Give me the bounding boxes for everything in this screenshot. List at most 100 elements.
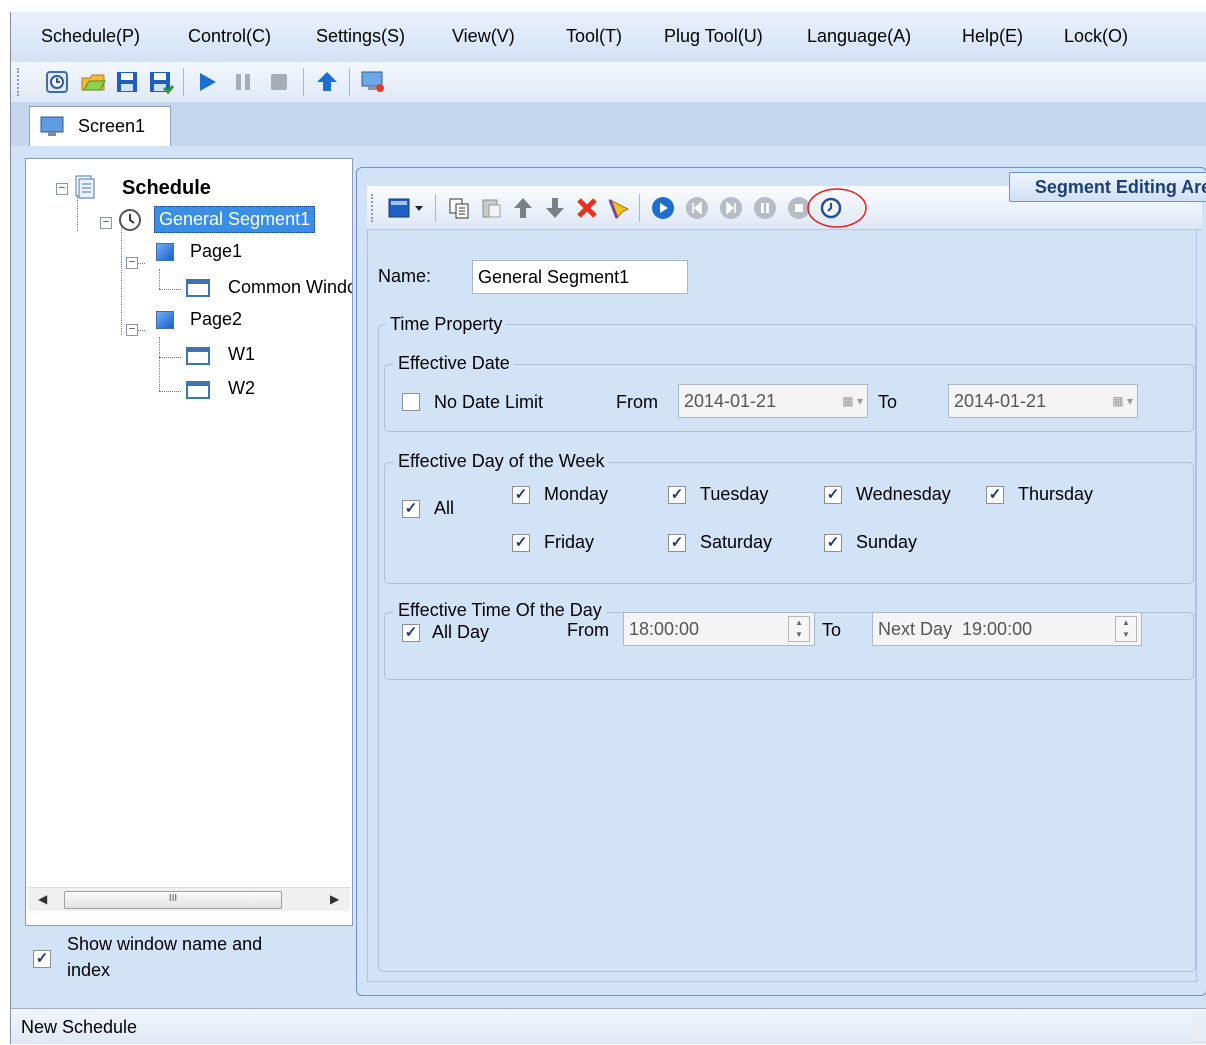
date-from-value: 2014-01-21 — [684, 391, 777, 411]
upload-icon[interactable] — [311, 66, 343, 98]
wednesday-checkbox[interactable]: ✓ — [824, 486, 842, 504]
schedule-tree: − Schedule − General Segment1 − Page1 Co… — [25, 158, 353, 926]
main-area: − Schedule − General Segment1 − Page1 Co… — [10, 146, 1206, 1008]
time-to-label: To — [822, 620, 842, 640]
segment-editing-area-title: Segment Editing Area — [1009, 172, 1206, 202]
toolbar-grip[interactable] — [371, 194, 375, 222]
scroll-left-arrow-icon[interactable]: ◀ — [38, 892, 47, 906]
menu-help[interactable]: Help(E) — [962, 26, 1023, 47]
menu-schedule[interactable]: Schedule(P) — [41, 26, 140, 47]
clock-icon[interactable] — [41, 66, 73, 98]
tuesday-checkbox[interactable]: ✓ — [668, 486, 686, 504]
schedule-icon — [74, 175, 96, 199]
show-window-name-checkbox[interactable]: ✓ — [33, 950, 51, 968]
menu-control[interactable]: Control(C) — [188, 26, 271, 47]
segment-clock-icon — [118, 208, 142, 232]
move-down-icon[interactable] — [539, 192, 571, 224]
next-circle-icon[interactable] — [715, 192, 747, 224]
paste-icon[interactable] — [475, 192, 507, 224]
scroll-right-arrow-icon[interactable]: ▶ — [330, 892, 339, 906]
tree-root-schedule[interactable]: Schedule — [122, 177, 211, 200]
date-to-value: 2014-01-21 — [954, 391, 1047, 411]
play-icon[interactable] — [191, 66, 223, 98]
time-from-input[interactable]: 18:00:00 ▲ ▼ — [623, 612, 815, 646]
all-day-label: All Day — [432, 622, 490, 642]
tree-connector — [159, 391, 181, 392]
previous-circle-icon[interactable] — [681, 192, 713, 224]
highlight-circle — [805, 186, 869, 230]
collapse-toggle[interactable]: − — [126, 257, 138, 269]
clear-brush-icon[interactable] — [603, 192, 635, 224]
page-icon — [156, 243, 174, 261]
thursday-checkbox[interactable]: ✓ — [986, 486, 1004, 504]
screen-tab-strip: Screen1 — [10, 102, 1206, 146]
tree-connector — [159, 289, 181, 290]
name-label: Name: — [378, 266, 432, 286]
effective-week-group — [384, 462, 1194, 584]
menu-language[interactable]: Language(A) — [807, 26, 911, 47]
save-icon[interactable] — [111, 66, 143, 98]
tree-connector — [159, 337, 160, 391]
friday-checkbox[interactable]: ✓ — [512, 534, 530, 552]
pause-circle-icon[interactable] — [749, 192, 781, 224]
pause-icon[interactable] — [227, 66, 259, 98]
all-days-checkbox[interactable]: ✓ — [402, 500, 420, 518]
menu-settings[interactable]: Settings(S) — [316, 26, 405, 47]
thursday-label: Thursday — [1018, 484, 1094, 504]
add-page-dropdown-icon[interactable] — [385, 192, 429, 224]
tree-page2[interactable]: Page2 — [190, 309, 242, 330]
screen-icon[interactable] — [357, 66, 389, 98]
sunday-label: Sunday — [856, 532, 918, 552]
time-to-input[interactable]: Next Day 19:00:00 ▲ ▼ — [872, 612, 1142, 646]
time-to-spinner-icon[interactable]: ▲ ▼ — [1115, 616, 1137, 642]
collapse-toggle[interactable]: − — [56, 183, 68, 195]
tree-window-w2[interactable]: W2 — [228, 378, 255, 399]
tree-connector — [121, 225, 122, 335]
tree-segment-general-segment1[interactable]: General Segment1 — [154, 206, 316, 233]
saturday-label: Saturday — [700, 532, 773, 552]
tree-page1[interactable]: Page1 — [190, 241, 242, 262]
effective-date-title: Effective Date — [394, 353, 514, 374]
move-up-icon[interactable] — [507, 192, 539, 224]
all-day-checkbox[interactable]: ✓ — [402, 624, 420, 642]
time-from-label: From — [567, 620, 609, 640]
status-bar-end — [1192, 1013, 1206, 1041]
monday-checkbox[interactable]: ✓ — [512, 486, 530, 504]
date-to-label: To — [878, 392, 898, 412]
name-input[interactable]: General Segment1 — [472, 260, 688, 294]
calendar-dropdown-icon[interactable]: ▦ ▾ — [1097, 389, 1133, 413]
copy-icon[interactable] — [443, 192, 475, 224]
scroll-thumb[interactable]: III — [64, 891, 282, 909]
no-date-limit-label: No Date Limit — [434, 392, 544, 412]
tree-horizontal-scrollbar[interactable]: ◀ III ▶ — [28, 887, 350, 911]
tree-window-common[interactable]: Common Windo — [228, 277, 352, 298]
friday-label: Friday — [544, 532, 595, 552]
saturday-checkbox[interactable]: ✓ — [668, 534, 686, 552]
date-to-picker[interactable]: 2014-01-21 ▦ ▾ — [948, 384, 1138, 418]
play-circle-icon[interactable] — [647, 192, 679, 224]
menu-plug-tool[interactable]: Plug Tool(U) — [664, 26, 763, 47]
date-from-picker[interactable]: 2014-01-21 ▦ ▾ — [678, 384, 868, 418]
collapse-toggle[interactable]: − — [100, 217, 112, 229]
time-from-value: 18:00:00 — [629, 619, 700, 639]
save-as-icon[interactable] — [145, 66, 177, 98]
toolbar-separator — [435, 194, 436, 222]
calendar-dropdown-icon[interactable]: ▦ ▾ — [827, 389, 863, 413]
toolbar-grip[interactable] — [17, 68, 21, 96]
collapse-toggle[interactable]: − — [126, 324, 138, 336]
time-from-spinner-icon[interactable]: ▲ ▼ — [788, 616, 810, 642]
segment-editing-area: Name: General Segment1 Time Property Eff… — [356, 167, 1206, 996]
open-folder-icon[interactable] — [77, 66, 109, 98]
tree-window-w1[interactable]: W1 — [228, 344, 255, 365]
tab-screen1[interactable]: Screen1 — [29, 106, 171, 146]
stop-icon[interactable] — [263, 66, 295, 98]
sunday-checkbox[interactable]: ✓ — [824, 534, 842, 552]
menu-view[interactable]: View(V) — [452, 26, 515, 47]
all-days-label: All — [434, 498, 455, 518]
tree-connector — [159, 357, 181, 358]
menu-lock[interactable]: Lock(O) — [1064, 26, 1128, 47]
no-date-limit-checkbox[interactable] — [402, 393, 420, 411]
window-icon — [186, 279, 210, 297]
menu-tool[interactable]: Tool(T) — [566, 26, 622, 47]
delete-icon[interactable] — [571, 192, 603, 224]
